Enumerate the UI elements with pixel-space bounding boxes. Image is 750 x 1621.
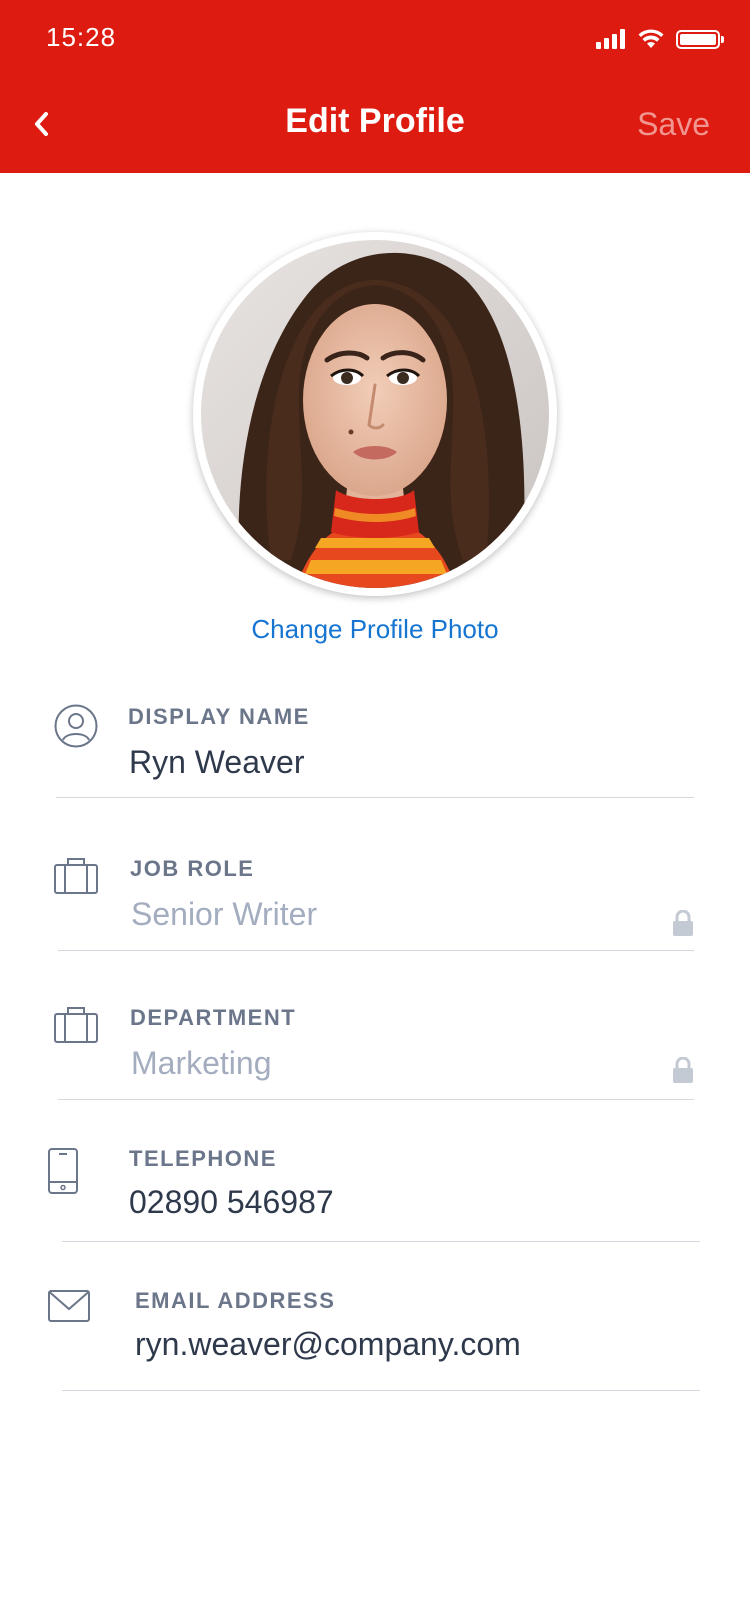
profile-photo — [201, 240, 549, 588]
divider — [62, 1390, 700, 1391]
phone-icon — [48, 1148, 78, 1194]
email-value[interactable]: ryn.weaver@company.com — [135, 1326, 521, 1363]
divider — [62, 1241, 700, 1242]
avatar-frame[interactable] — [193, 232, 557, 596]
divider — [56, 797, 694, 798]
avatar — [201, 240, 549, 588]
display-name-field[interactable]: DISPLAY NAME Ryn Weaver — [54, 700, 694, 800]
divider — [58, 950, 694, 951]
display-name-label: DISPLAY NAME — [128, 704, 310, 729]
save-button[interactable]: Save — [637, 106, 710, 143]
envelope-icon — [48, 1290, 90, 1322]
job-role-value: Senior Writer — [131, 896, 318, 932]
status-time: 15:28 — [46, 22, 117, 52]
divider — [58, 1099, 694, 1100]
email-field[interactable]: EMAIL ADDRESS ryn.weaver@company.com — [48, 1288, 700, 1391]
wifi-icon — [638, 29, 664, 48]
status-icons — [596, 26, 724, 52]
briefcase-icon — [54, 1007, 98, 1043]
department-field: DEPARTMENT Marketing — [54, 1003, 694, 1103]
job-role-field: JOB ROLE Senior Writer — [54, 854, 694, 954]
telephone-field[interactable]: TELEPHONE 02890 546987 — [48, 1146, 700, 1246]
battery-icon — [676, 29, 724, 49]
telephone-value[interactable]: 02890 546987 — [129, 1184, 334, 1221]
telephone-label: TELEPHONE — [129, 1146, 277, 1171]
lock-icon — [673, 1057, 693, 1083]
email-label: EMAIL ADDRESS — [135, 1288, 336, 1313]
display-name-value[interactable]: Ryn Weaver — [129, 744, 304, 781]
user-circle-icon — [54, 704, 98, 748]
job-role-label: JOB ROLE — [130, 856, 255, 881]
department-value: Marketing — [131, 1045, 272, 1081]
cellular-signal-icon — [596, 29, 628, 49]
app-header: 15:28 Edit Profile Save — [0, 0, 750, 173]
department-label: DEPARTMENT — [130, 1005, 297, 1030]
briefcase-icon — [54, 858, 98, 894]
change-profile-photo-link[interactable]: Change Profile Photo — [0, 614, 750, 645]
lock-icon — [673, 910, 693, 936]
